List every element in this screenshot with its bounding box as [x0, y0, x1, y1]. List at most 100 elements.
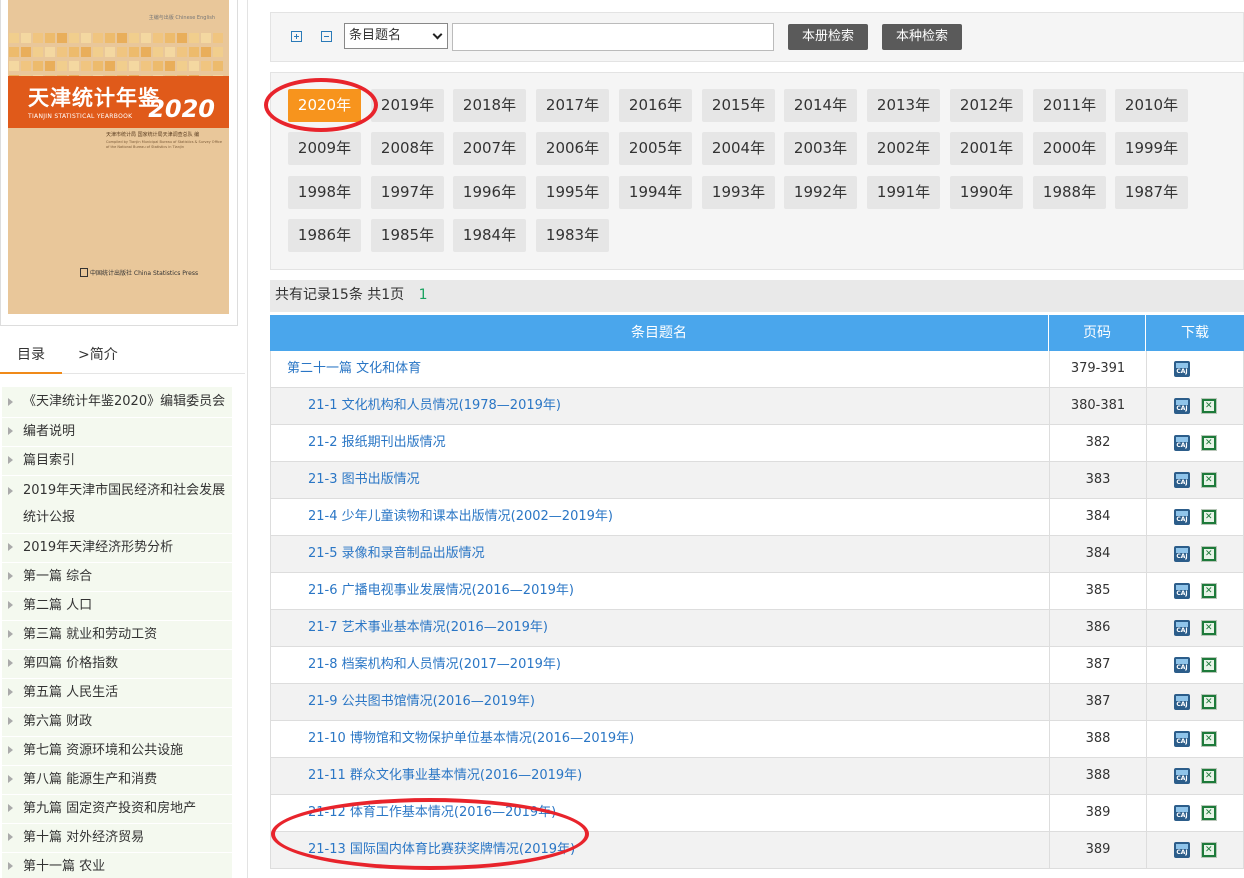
year-button[interactable]: 2002年	[867, 132, 940, 165]
nav-item[interactable]: 编者说明	[2, 418, 232, 447]
excel-download-icon[interactable]	[1201, 472, 1217, 488]
caj-download-icon[interactable]	[1174, 509, 1190, 525]
year-button[interactable]: 1990年	[950, 176, 1023, 209]
entry-title-link[interactable]: 21-10 博物馆和文物保护单位基本情况(2016—2019年)	[271, 721, 1050, 757]
entry-title-link[interactable]: 21-5 录像和录音制品出版情况	[271, 536, 1050, 572]
excel-download-icon[interactable]	[1201, 546, 1217, 562]
year-button[interactable]: 2000年	[1033, 132, 1106, 165]
year-button[interactable]: 2014年	[784, 89, 857, 122]
year-button[interactable]: 1986年	[288, 219, 361, 252]
collapse-all-icon[interactable]	[321, 31, 332, 42]
nav-item[interactable]: 第五篇 人民生活	[2, 679, 232, 708]
entry-title-link[interactable]: 21-8 档案机构和人员情况(2017—2019年)	[271, 647, 1050, 683]
caj-download-icon[interactable]	[1174, 472, 1190, 488]
nav-item[interactable]: 第四篇 价格指数	[2, 650, 232, 679]
year-button[interactable]: 2005年	[619, 132, 692, 165]
year-button[interactable]: 2003年	[784, 132, 857, 165]
nav-item[interactable]: 篇目索引	[2, 447, 232, 476]
tab-catalog[interactable]: 目录	[0, 338, 62, 374]
caj-download-icon[interactable]	[1174, 546, 1190, 562]
year-button[interactable]: 1998年	[288, 176, 361, 209]
year-button[interactable]: 1999年	[1115, 132, 1188, 165]
year-button[interactable]: 1985年	[371, 219, 444, 252]
caj-download-icon[interactable]	[1174, 657, 1190, 673]
year-button[interactable]: 2018年	[453, 89, 526, 122]
nav-item[interactable]: 第三篇 就业和劳动工资	[2, 621, 232, 650]
yearbook-cover-image[interactable]: 主编与出版 Chinese English 天津统计年鉴 TIANJIN STA…	[8, 0, 229, 314]
caj-download-icon[interactable]	[1174, 620, 1190, 636]
year-button[interactable]: 2017年	[536, 89, 609, 122]
entry-title-link[interactable]: 21-1 文化机构和人员情况(1978—2019年)	[271, 388, 1050, 424]
entry-title-link[interactable]: 第二十一篇 文化和体育	[271, 351, 1050, 387]
year-button[interactable]: 1991年	[867, 176, 940, 209]
year-button[interactable]: 2020年	[288, 89, 361, 122]
page-link-1[interactable]: 1	[419, 287, 428, 303]
nav-item[interactable]: 第八篇 能源生产和消费	[2, 766, 232, 795]
entry-title-link[interactable]: 21-2 报纸期刊出版情况	[271, 425, 1050, 461]
nav-item[interactable]: 2019年天津经济形势分析	[2, 534, 232, 563]
year-button[interactable]: 1994年	[619, 176, 692, 209]
entry-title-link[interactable]: 21-4 少年儿童读物和课本出版情况(2002—2019年)	[271, 499, 1050, 535]
excel-download-icon[interactable]	[1201, 805, 1217, 821]
caj-download-icon[interactable]	[1174, 842, 1190, 858]
excel-download-icon[interactable]	[1201, 620, 1217, 636]
caj-download-icon[interactable]	[1174, 805, 1190, 821]
excel-download-icon[interactable]	[1201, 731, 1217, 747]
year-button[interactable]: 2013年	[867, 89, 940, 122]
nav-item[interactable]: 2019年天津市国民经济和社会发展统计公报	[2, 476, 232, 534]
year-button[interactable]: 1984年	[453, 219, 526, 252]
nav-item[interactable]: 第七篇 资源环境和公共设施	[2, 737, 232, 766]
entry-title-link[interactable]: 21-7 艺术事业基本情况(2016—2019年)	[271, 610, 1050, 646]
caj-download-icon[interactable]	[1174, 694, 1190, 710]
nav-item[interactable]: 《天津统计年鉴2020》编辑委员会	[2, 387, 232, 418]
caj-download-icon[interactable]	[1174, 435, 1190, 451]
excel-download-icon[interactable]	[1201, 509, 1217, 525]
year-button[interactable]: 2006年	[536, 132, 609, 165]
year-button[interactable]: 2015年	[702, 89, 775, 122]
excel-download-icon[interactable]	[1201, 842, 1217, 858]
search-input[interactable]	[452, 23, 774, 51]
excel-download-icon[interactable]	[1201, 435, 1217, 451]
nav-item[interactable]: 第十一篇 农业	[2, 853, 232, 878]
year-button[interactable]: 2001年	[950, 132, 1023, 165]
year-button[interactable]: 2010年	[1115, 89, 1188, 122]
nav-item[interactable]: 第六篇 财政	[2, 708, 232, 737]
year-button[interactable]: 2011年	[1033, 89, 1106, 122]
nav-item[interactable]: 第二篇 人口	[2, 592, 232, 621]
excel-download-icon[interactable]	[1201, 583, 1217, 599]
year-button[interactable]: 1983年	[536, 219, 609, 252]
caj-download-icon[interactable]	[1174, 583, 1190, 599]
year-button[interactable]: 1988年	[1033, 176, 1106, 209]
nav-item[interactable]: 第十篇 对外经济贸易	[2, 824, 232, 853]
year-button[interactable]: 2016年	[619, 89, 692, 122]
year-button[interactable]: 2019年	[371, 89, 444, 122]
tab-intro[interactable]: >简介	[78, 338, 138, 374]
caj-download-icon[interactable]	[1174, 398, 1190, 414]
nav-item[interactable]: 第一篇 综合	[2, 563, 232, 592]
excel-download-icon[interactable]	[1201, 398, 1217, 414]
caj-download-icon[interactable]	[1174, 768, 1190, 784]
search-field-select[interactable]: 条目题名	[344, 23, 448, 49]
entry-title-link[interactable]: 21-3 图书出版情况	[271, 462, 1050, 498]
caj-download-icon[interactable]	[1174, 731, 1190, 747]
year-button[interactable]: 1996年	[453, 176, 526, 209]
entry-title-link[interactable]: 21-11 群众文化事业基本情况(2016—2019年)	[271, 758, 1050, 794]
year-button[interactable]: 2009年	[288, 132, 361, 165]
year-button[interactable]: 2008年	[371, 132, 444, 165]
caj-download-icon[interactable]	[1174, 361, 1190, 377]
entry-title-link[interactable]: 21-9 公共图书馆情况(2016—2019年)	[271, 684, 1050, 720]
year-button[interactable]: 2004年	[702, 132, 775, 165]
entry-title-link[interactable]: 21-6 广播电视事业发展情况(2016—2019年)	[271, 573, 1050, 609]
entry-title-link[interactable]: 21-12 体育工作基本情况(2016—2019年)	[271, 795, 1050, 831]
search-all-books-button[interactable]: 本种检索	[882, 24, 962, 50]
year-button[interactable]: 1993年	[702, 176, 775, 209]
year-button[interactable]: 1997年	[371, 176, 444, 209]
year-button[interactable]: 2007年	[453, 132, 526, 165]
excel-download-icon[interactable]	[1201, 694, 1217, 710]
year-button[interactable]: 1987年	[1115, 176, 1188, 209]
entry-title-link[interactable]: 21-13 国际国内体育比赛获奖牌情况(2019年)	[271, 832, 1050, 868]
year-button[interactable]: 2012年	[950, 89, 1023, 122]
excel-download-icon[interactable]	[1201, 657, 1217, 673]
search-this-book-button[interactable]: 本册检索	[788, 24, 868, 50]
nav-item[interactable]: 第九篇 固定资产投资和房地产	[2, 795, 232, 824]
